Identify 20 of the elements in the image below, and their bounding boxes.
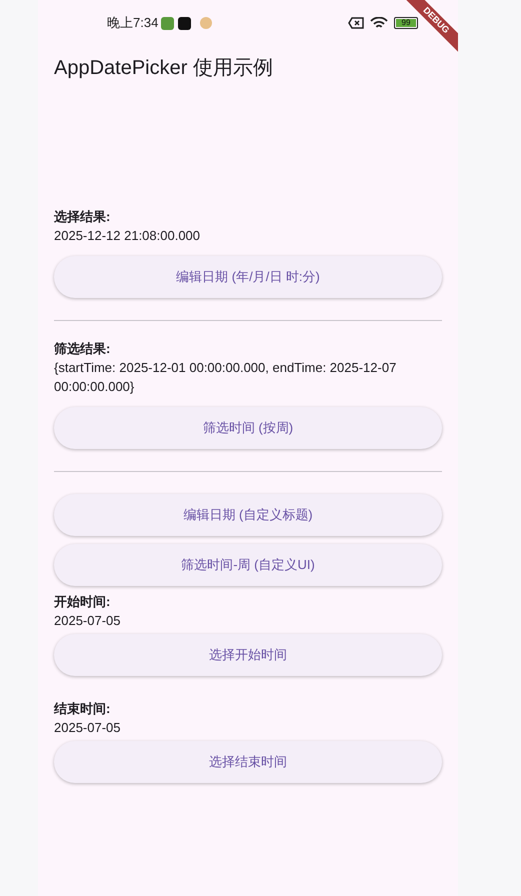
text-button[interactable]: 编辑日期 (年/月/日 时:分) — [54, 256, 442, 298]
app-icon — [161, 16, 174, 30]
text-button[interactable]: 筛选时间 (按周) — [54, 407, 442, 449]
result-label: 选择结果: — [54, 208, 112, 226]
text-button[interactable]: 选择开始时间 — [54, 634, 442, 676]
result-value: 2025-07-05 — [54, 612, 122, 630]
result-value: 2025-07-05 — [54, 719, 122, 737]
battery-icon: 99 — [394, 17, 418, 29]
wifi-icon — [370, 16, 388, 30]
no-sim-icon — [348, 17, 364, 29]
status-time: 晚上7:34 — [107, 14, 158, 32]
app-bar-title: AppDatePicker 使用示例 — [54, 56, 273, 81]
text-button[interactable]: 编辑日期 (自定义标题) — [54, 494, 442, 536]
result-label: 结束时间: — [54, 700, 112, 718]
result-label: 筛选结果: — [54, 340, 112, 358]
result-value: 2025-12-12 21:08:00.000 — [54, 227, 202, 245]
result-label: 开始时间: — [54, 593, 112, 611]
result-value: {startTime: 2025-12-01 00:00:00.000, endTime: 2025-12-07 00:00:00.000} — [54, 359, 398, 396]
text-button[interactable]: 选择结束时间 — [54, 741, 442, 783]
text-button[interactable]: 筛选时间-周 (自定义UI) — [54, 544, 442, 586]
